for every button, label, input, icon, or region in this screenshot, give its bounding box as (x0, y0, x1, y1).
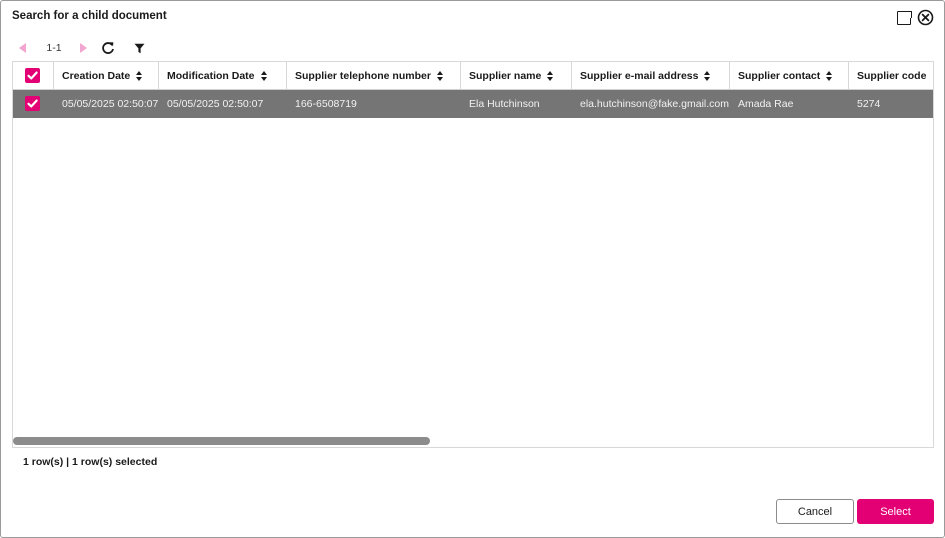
table-header-row: Creation Date Modification Date Supplier… (13, 62, 933, 90)
column-header-supplier-contact[interactable]: Supplier contact (730, 62, 849, 90)
next-page-icon[interactable] (76, 39, 90, 57)
cell-supplier-code: 5274 (857, 98, 881, 110)
maximize-icon[interactable] (897, 10, 912, 25)
row-count-status: 1 row(s) | 1 row(s) selected (23, 456, 158, 468)
cell-modification-date: 05/05/2025 02:50:07 (167, 98, 264, 110)
sort-icon (136, 71, 143, 81)
cell-supplier-contact: Amada Rae (738, 98, 794, 110)
sort-icon (704, 71, 711, 81)
column-header-supplier-telephone[interactable]: Supplier telephone number (287, 62, 461, 90)
footer-divider (12, 447, 934, 448)
scrollbar-thumb[interactable] (13, 437, 430, 445)
column-header-creation-date[interactable]: Creation Date (54, 62, 159, 90)
refresh-icon[interactable] (100, 39, 116, 57)
select-button[interactable]: Select (857, 499, 934, 524)
column-header-supplier-name[interactable]: Supplier name (461, 62, 572, 90)
results-grid: Creation Date Modification Date Supplier… (12, 61, 934, 448)
filter-icon[interactable] (132, 39, 146, 57)
cell-supplier-telephone: 166-6508719 (295, 98, 357, 110)
cell-creation-date: 05/05/2025 02:50:07 (62, 98, 159, 110)
sort-icon (436, 71, 444, 81)
cell-supplier-email: ela.hutchinson@fake.gmail.com (580, 98, 729, 110)
select-all-checkbox[interactable] (25, 68, 40, 83)
prev-page-icon[interactable] (15, 39, 29, 57)
sort-icon (826, 71, 833, 81)
sort-icon (547, 71, 554, 81)
grid-toolbar: 1-1 (15, 39, 215, 57)
row-checkbox[interactable] (25, 96, 40, 111)
select-all-cell (13, 62, 54, 90)
sort-icon (260, 71, 268, 81)
table-row[interactable]: 05/05/2025 02:50:07 05/05/2025 02:50:07 … (13, 90, 933, 118)
close-icon[interactable] (917, 9, 934, 26)
column-header-supplier-code[interactable]: Supplier code (849, 62, 933, 90)
search-child-document-dialog: Search for a child document 1-1 Creation… (0, 0, 945, 538)
cancel-button[interactable]: Cancel (776, 499, 854, 524)
column-header-supplier-email[interactable]: Supplier e-mail address (572, 62, 730, 90)
column-header-modification-date[interactable]: Modification Date (159, 62, 287, 90)
cell-supplier-name: Ela Hutchinson (469, 98, 540, 110)
page-indicator: 1-1 (46, 42, 62, 54)
dialog-title: Search for a child document (12, 10, 167, 22)
horizontal-scrollbar[interactable] (12, 435, 934, 447)
